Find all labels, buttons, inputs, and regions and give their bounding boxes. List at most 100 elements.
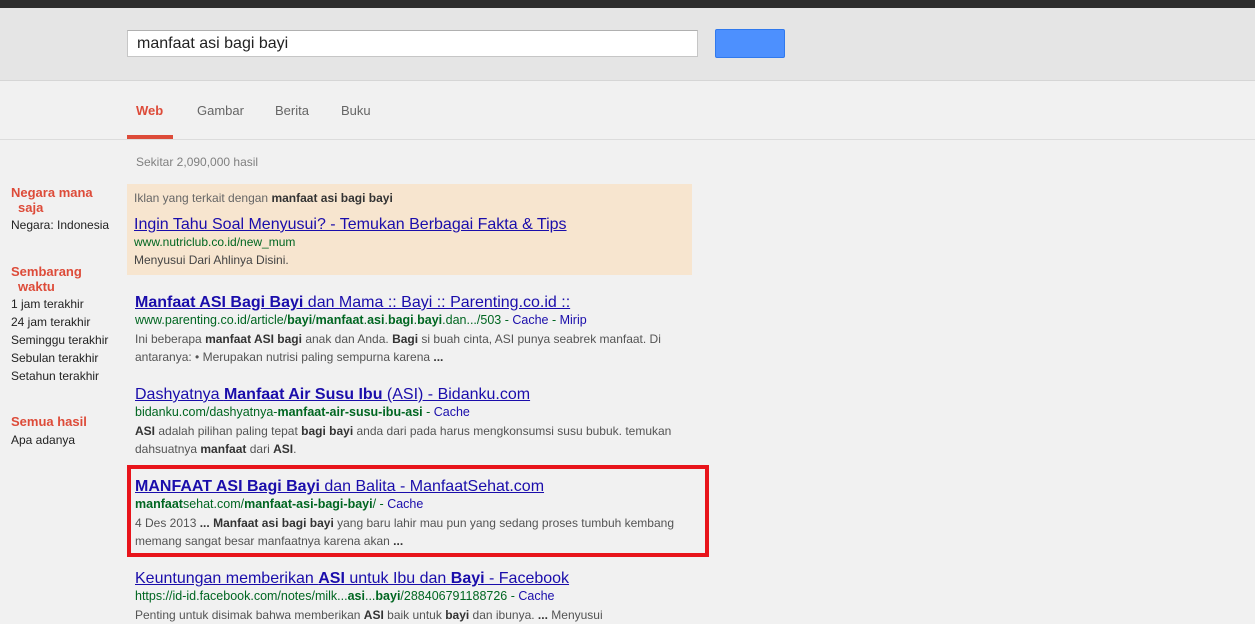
snippet-bold: manfaat [200,442,247,456]
snippet-text: dan ibunya. [469,608,538,622]
ad-label: Iklan yang terkait dengan manfaat asi ba… [134,191,393,205]
result-1-url-bold: bayi [287,313,313,327]
result-2-title-link[interactable]: Dashyatnya Manfaat Air Susu Ibu (ASI) - … [135,386,530,404]
result-1-url-part: www.parenting.co.id/article/ [135,313,288,327]
result-3-url-bold: manfaat [135,497,183,511]
result-1-title-link[interactable]: Manfaat ASI Bagi Bayi dan Mama :: Bayi :… [135,294,570,312]
result-1-similar-link[interactable]: Mirip [560,313,587,327]
result-4-url: https://id-id.facebook.com/notes/milk...… [135,589,555,603]
sidebar-item-1-hour[interactable]: 1 jam terakhir [11,297,84,311]
result-4-url-part: ... [364,589,376,603]
result-2-url-part: bidanku.com/dashyatnya- [135,405,278,419]
snippet-bold: ... [393,534,404,548]
result-4-cache-link[interactable]: Cache [518,589,554,603]
result-1-separator: - [548,313,560,327]
result-1-cache-link[interactable]: Cache [512,313,548,327]
result-2-title-part: (ASI) - Bidanku.com [382,386,531,403]
result-3-title-link[interactable]: MANFAAT ASI Bagi Bayi dan Balita - Manfa… [135,478,544,496]
snippet-bold: bayi [445,608,470,622]
sidebar-item-all-results[interactable]: Apa adanya [11,433,75,447]
result-2-title-bold: Manfaat Air Susu Ibu [223,386,383,403]
snippet-text: . [293,442,297,456]
result-3-title-rest: dan Balita - ManfaatSehat.com [319,478,545,495]
result-4-title-link[interactable]: Keuntungan memberikan ASI untuk Ibu dan … [135,570,569,588]
result-2-title-part: Dashyatnya [135,386,224,403]
result-2-url-bold: manfaat-air-susu-ibu-asi [277,405,423,419]
tab-web[interactable]: Web [136,103,163,118]
result-stats: Sekitar 2,090,000 hasil [136,155,259,169]
result-4-title-bold: Bayi [450,570,485,587]
result-1-url: www.parenting.co.id/article/bayi/manfaat… [135,313,587,327]
snippet-bold: ... [199,516,210,530]
result-4-title-part: - Facebook [484,570,570,587]
sidebar-item-year[interactable]: Setahun terakhir [11,369,99,383]
result-2-url: bidanku.com/dashyatnya-manfaat-air-susu-… [135,405,470,419]
snippet-text: baik untuk [383,608,446,622]
result-3-separator: - [376,497,388,511]
snippet-text: dari [246,442,274,456]
snippet-bold: ASI [273,442,294,456]
result-2-separator: - [422,405,434,419]
snippet-bold: Manfaat asi bagi bayi [213,516,334,530]
snippet-bold: ... [537,608,548,622]
snippet-bold: bagi bayi [301,424,354,438]
result-2-cache-link[interactable]: Cache [434,405,470,419]
search-header [0,8,1255,81]
ad-label-prefix: Iklan yang terkait dengan [134,191,272,205]
result-4-separator: - [507,589,519,603]
snippet-bold: ... [433,350,444,364]
result-3-url-bold: manfaat-asi-bagi-bayi [244,497,373,511]
sidebar-heading-country-line2: saja [18,200,44,215]
sidebar-item-month[interactable]: Sebulan terakhir [11,351,98,365]
sidebar-heading-time-line1: Sembarang [11,264,82,279]
result-3-url-part: sehat.com/ [182,497,245,511]
result-1-separator: - [501,313,513,327]
result-4-title-part: untuk Ibu dan [344,570,451,587]
ad-description: Menyusui Dari Ahlinya Disini. [134,253,289,267]
search-input[interactable] [127,30,698,57]
tab-gambar[interactable]: Gambar [197,103,244,118]
active-tab-indicator [127,135,173,139]
result-4-title-part: Keuntungan memberikan [135,570,319,587]
sidebar-heading-country-line1: Negara mana [11,185,93,200]
snippet-text: Penting untuk disimak bahwa memberikan [135,608,364,622]
sidebar-heading-time-line2: waktu [18,279,55,294]
result-1-url-bold: asi [367,313,385,327]
sidebar-heading-country: Negara mana saja [11,185,93,215]
ad-url: www.nutriclub.co.id/new_mum [134,235,296,249]
tab-berita[interactable]: Berita [275,103,309,118]
result-3-cache-link[interactable]: Cache [387,497,423,511]
browser-top-bar [0,0,1255,8]
ad-title-link[interactable]: Ingin Tahu Soal Menyusui? - Temukan Berb… [134,216,567,234]
tab-buku[interactable]: Buku [341,103,371,118]
result-1-url-bold: manfaat [315,313,364,327]
sidebar-item-country[interactable]: Negara: Indonesia [11,218,109,232]
sidebar-item-week[interactable]: Seminggu terakhir [11,333,108,347]
search-button[interactable] [715,29,785,58]
snippet-bold: Bagi [392,332,419,346]
ad-label-query: manfaat asi bagi bayi [271,191,393,205]
sidebar-heading-results: Semua hasil [11,414,87,429]
result-1-url-part: .dan.../503 [442,313,502,327]
snippet-text: Ini beberapa [135,332,206,346]
result-3-title-bold: MANFAAT ASI Bagi Bayi [135,478,320,495]
snippet-text: adalah pilihan paling tepat [155,424,302,438]
result-4-title-bold: ASI [318,570,345,587]
result-1-title-bold: Manfaat ASI Bagi Bayi [135,294,304,311]
result-1-snippet: Ini beberapa manfaat ASI bagi anak dan A… [135,330,695,366]
result-4-url-bold: bayi [375,589,401,603]
result-3-snippet: 4 Des 2013 ... Manfaat asi bagi bayi yan… [135,514,695,550]
sidebar-item-24-hours[interactable]: 24 jam terakhir [11,315,90,329]
sidebar-heading-time: Sembarang waktu [11,264,82,294]
snippet-bold: ASI [135,424,156,438]
search-tabs: Web Gambar Berita Buku [0,81,1255,140]
snippet-bold: manfaat ASI bagi [205,332,302,346]
result-2-snippet: ASI adalah pilihan paling tepat bagi bay… [135,422,695,458]
result-4-url-part: https://id-id.facebook.com/notes/milk... [135,589,348,603]
snippet-bold: ASI [363,608,384,622]
result-4-url-bold: asi [347,589,365,603]
snippet-text: 4 Des 2013 [135,516,200,530]
result-3-url: manfaatsehat.com/manfaat-asi-bagi-bayi/ … [135,497,423,511]
result-1-url-bold: bagi [387,313,414,327]
result-1-title-rest: dan Mama :: Bayi :: Parenting.co.id :: [303,294,571,311]
